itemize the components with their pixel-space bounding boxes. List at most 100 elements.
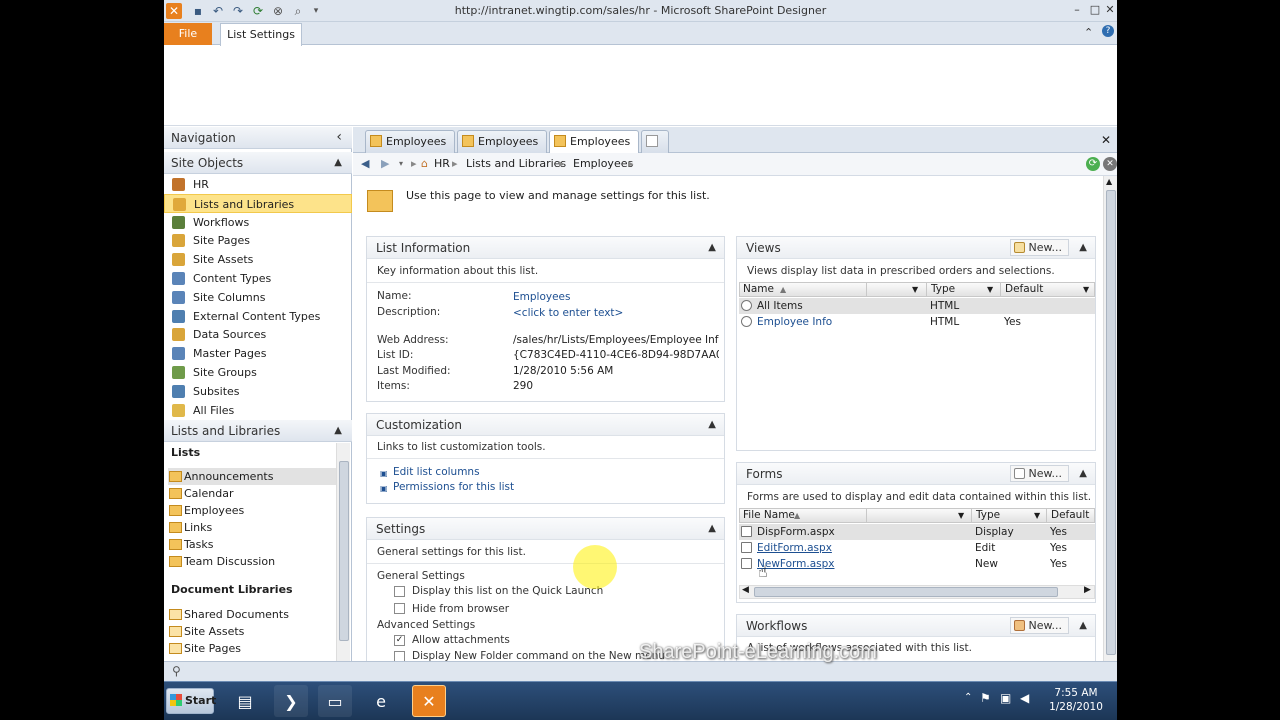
- breadcrumb-hr[interactable]: HR: [434, 153, 450, 175]
- doclib-item-shared-documents[interactable]: Shared Documents: [168, 606, 336, 623]
- scrollbar-thumb[interactable]: [1106, 190, 1116, 655]
- close-doc-icon[interactable]: ✕: [1101, 133, 1111, 147]
- site-object-subsites[interactable]: Subsites: [164, 382, 352, 401]
- description-value[interactable]: <click to enter text>: [513, 307, 623, 319]
- new-view-button[interactable]: New...: [1009, 239, 1069, 256]
- attachments-checkbox[interactable]: ✓: [394, 635, 405, 646]
- filter-icon[interactable]: ▼: [912, 283, 918, 296]
- list-item-team-discussion[interactable]: Team Discussion: [168, 553, 336, 570]
- stop-icon[interactable]: ✕: [1103, 157, 1117, 171]
- new-workflow-button[interactable]: New...: [1009, 617, 1069, 634]
- new-folder-checkbox[interactable]: [394, 651, 405, 661]
- views-row[interactable]: Employee Info HTML Yes: [739, 314, 1095, 330]
- forms-cell-name[interactable]: NewForm.aspx: [757, 556, 834, 572]
- filter-icon[interactable]: ▼: [1083, 283, 1089, 296]
- back-icon[interactable]: ◀: [361, 153, 369, 175]
- help-icon[interactable]: ?: [1102, 25, 1114, 37]
- refresh-icon[interactable]: ⟳: [1086, 157, 1100, 171]
- web-address-value[interactable]: /sales/hr/Lists/Employees/Employee Info.…: [513, 334, 719, 346]
- doc-tab-1[interactable]: Employees *: [365, 130, 455, 169]
- scroll-left-icon[interactable]: ◀: [742, 585, 749, 595]
- filter-icon[interactable]: ▼: [958, 509, 964, 522]
- edit-list-columns-link[interactable]: Edit list columns: [393, 466, 480, 478]
- list-information-header[interactable]: List Information ▲: [367, 237, 724, 259]
- start-button[interactable]: Start: [166, 688, 216, 714]
- chevron-up-icon[interactable]: ▲: [334, 420, 342, 442]
- new-form-button[interactable]: New...: [1009, 465, 1069, 482]
- col-default[interactable]: Default: [1005, 283, 1043, 296]
- show-hidden-icons[interactable]: ⌃: [964, 692, 972, 703]
- site-object-workflows[interactable]: Workflows: [164, 213, 352, 232]
- views-cell-name[interactable]: All Items: [757, 298, 803, 314]
- lists-libraries-header[interactable]: Lists and Libraries ▲: [164, 420, 352, 442]
- new-tab-button[interactable]: [641, 130, 669, 153]
- site-object-content-types[interactable]: Content Types: [164, 269, 352, 288]
- forms-row[interactable]: EditForm.aspx Edit Yes: [739, 540, 1095, 556]
- site-object-site-assets[interactable]: Site Assets: [164, 250, 352, 269]
- filter-icon[interactable]: ▼: [987, 283, 993, 296]
- settings-header[interactable]: Settings ▲: [367, 518, 724, 540]
- forms-cell-name[interactable]: EditForm.aspx: [757, 540, 832, 556]
- powershell-icon[interactable]: ❯: [274, 685, 308, 717]
- file-tab[interactable]: File: [164, 23, 212, 45]
- content-scrollbar[interactable]: ▲: [1103, 176, 1117, 661]
- forward-icon[interactable]: ▶: [381, 153, 389, 175]
- list-settings-tab[interactable]: List Settings: [220, 23, 302, 46]
- forms-hscrollbar[interactable]: ◀ ▶: [739, 585, 1095, 599]
- list-item-employees[interactable]: Employees: [168, 502, 336, 519]
- filter-icon[interactable]: ▼: [1034, 509, 1040, 522]
- list-item-announcements[interactable]: Announcements: [168, 468, 336, 485]
- collapse-pane-icon[interactable]: ‹: [336, 126, 342, 148]
- workflows-header[interactable]: Workflows New... ▲: [737, 615, 1095, 637]
- action-center-icon[interactable]: ⚑: [980, 691, 991, 705]
- col-type[interactable]: Type: [976, 509, 1000, 522]
- views-cell-name[interactable]: Employee Info: [757, 314, 832, 330]
- col-file-name[interactable]: File Name: [743, 509, 795, 522]
- site-objects-header[interactable]: Site Objects ▲: [164, 152, 352, 174]
- list-item-calendar[interactable]: Calendar: [168, 485, 336, 502]
- breadcrumb-employees[interactable]: Employees: [573, 153, 633, 175]
- doclib-item-site-assets[interactable]: Site Assets: [168, 623, 336, 640]
- col-type[interactable]: Type: [931, 283, 955, 296]
- forms-header[interactable]: Forms New... ▲: [737, 463, 1095, 485]
- history-dropdown-icon[interactable]: ▾: [399, 153, 403, 175]
- scrollbar-thumb[interactable]: [339, 461, 349, 641]
- server-manager-icon[interactable]: ▤: [228, 685, 262, 717]
- col-default[interactable]: Default: [1051, 509, 1089, 522]
- site-object-all-files[interactable]: All Files: [164, 401, 352, 420]
- sharepoint-designer-taskbar-icon[interactable]: ✕: [412, 685, 446, 717]
- maximize-button[interactable]: □: [1087, 2, 1103, 18]
- nav-scrollbar[interactable]: [336, 443, 350, 661]
- chevron-up-icon[interactable]: ▲: [708, 414, 716, 436]
- chevron-up-icon[interactable]: ▲: [708, 237, 716, 259]
- site-object-data-sources[interactable]: Data Sources: [164, 325, 352, 344]
- list-item-links[interactable]: Links: [168, 519, 336, 536]
- col-name[interactable]: Name: [743, 283, 774, 296]
- quick-launch-checkbox[interactable]: [394, 586, 405, 597]
- network-icon[interactable]: ▣: [1000, 691, 1011, 705]
- doc-tab-3[interactable]: Employees *: [549, 130, 639, 169]
- doclib-item-site-pages[interactable]: Site Pages: [168, 640, 336, 657]
- site-object-hr[interactable]: HR: [164, 175, 352, 194]
- chevron-up-icon[interactable]: ▲: [1079, 237, 1087, 259]
- site-object-external-content-types[interactable]: External Content Types: [164, 307, 352, 326]
- chevron-up-icon[interactable]: ▲: [1079, 615, 1087, 637]
- breadcrumb-lists[interactable]: Lists and Libraries: [466, 153, 566, 175]
- hide-browser-checkbox[interactable]: [394, 603, 405, 614]
- scrollbar-thumb[interactable]: [754, 587, 1058, 597]
- customization-header[interactable]: Customization ▲: [367, 414, 724, 436]
- ribbon-collapse-icon[interactable]: ⌃: [1084, 26, 1093, 39]
- site-object-site-groups[interactable]: Site Groups: [164, 363, 352, 382]
- list-item-tasks[interactable]: Tasks: [168, 536, 336, 553]
- chevron-up-icon[interactable]: ▲: [1079, 463, 1087, 485]
- forms-row[interactable]: NewForm.aspx New Yes: [739, 556, 1095, 572]
- site-object-lists-and-libraries[interactable]: Lists and Libraries: [164, 193, 352, 213]
- close-button[interactable]: ✕: [1102, 2, 1117, 18]
- doc-tab-2[interactable]: Employees *: [457, 130, 547, 169]
- minimize-button[interactable]: –: [1069, 2, 1085, 18]
- internet-explorer-icon[interactable]: e: [364, 685, 398, 717]
- site-object-site-pages[interactable]: Site Pages: [164, 231, 352, 250]
- forms-row[interactable]: DispForm.aspx Display Yes: [739, 524, 1095, 540]
- chevron-up-icon[interactable]: ▲: [708, 518, 716, 540]
- site-object-site-columns[interactable]: Site Columns: [164, 288, 352, 307]
